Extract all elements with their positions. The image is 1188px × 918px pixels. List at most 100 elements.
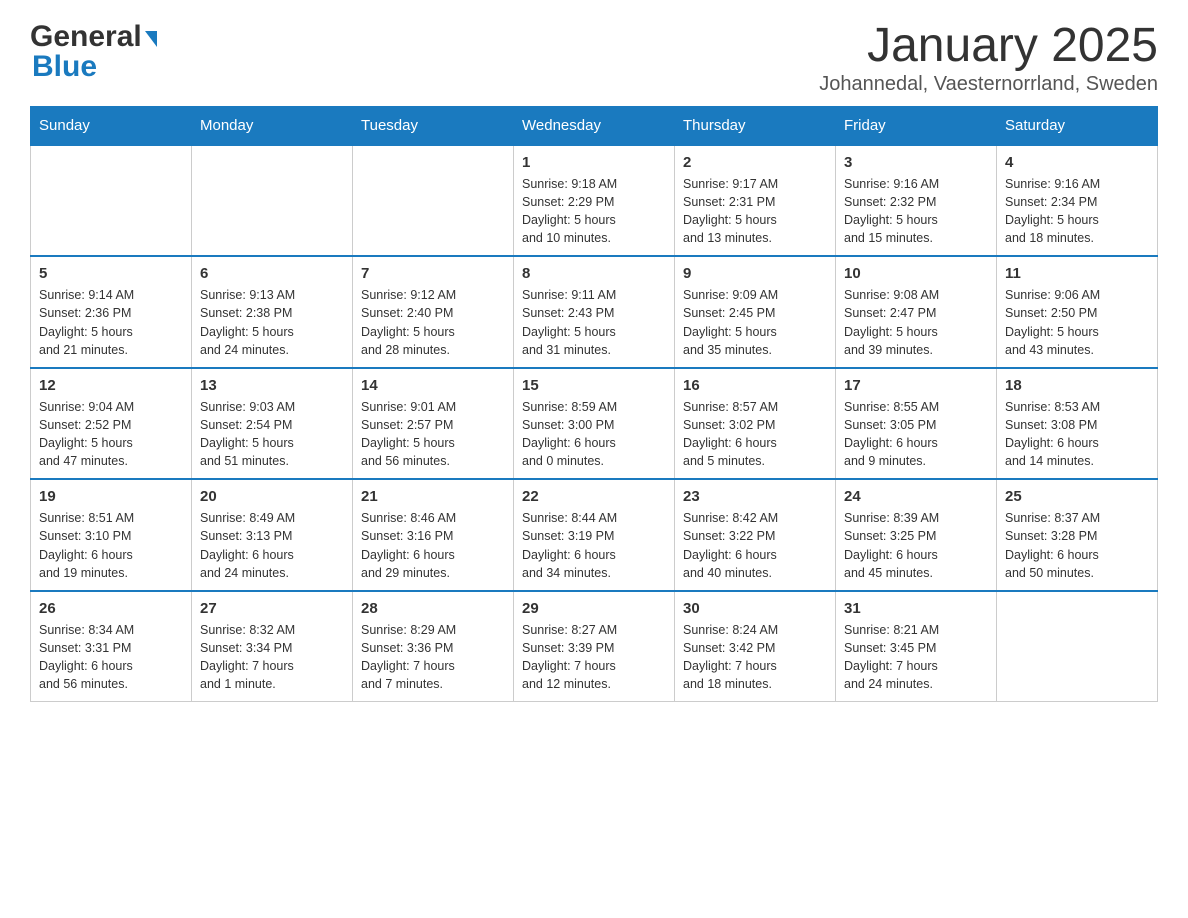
- day-number: 16: [683, 377, 827, 394]
- calendar-cell: 15 Sunrise: 8:59 AM Sunset: 3:00 PM Dayli…: [514, 368, 675, 480]
- logo-triangle-icon: [145, 31, 157, 47]
- day-info: Sunrise: 8:29 AM Sunset: 3:36 PM Dayligh…: [361, 621, 505, 694]
- calendar-cell: 17 Sunrise: 8:55 AM Sunset: 3:05 PM Dayli…: [836, 368, 997, 480]
- day-number: 4: [1005, 154, 1149, 171]
- calendar-cell: 11 Sunrise: 9:06 AM Sunset: 2:50 PM Dayli…: [997, 256, 1158, 368]
- col-header-tuesday: Tuesday: [353, 106, 514, 145]
- calendar-cell: 5 Sunrise: 9:14 AM Sunset: 2:36 PM Daylig…: [31, 256, 192, 368]
- calendar-cell: 7 Sunrise: 9:12 AM Sunset: 2:40 PM Daylig…: [353, 256, 514, 368]
- title-block: January 2025 Johannedal, Vaesternorrland…: [819, 20, 1158, 96]
- day-info: Sunrise: 9:14 AM Sunset: 2:36 PM Dayligh…: [39, 286, 183, 359]
- day-info: Sunrise: 9:06 AM Sunset: 2:50 PM Dayligh…: [1005, 286, 1149, 359]
- logo-general: General: [30, 20, 142, 54]
- day-number: 3: [844, 154, 988, 171]
- calendar-cell: [192, 145, 353, 257]
- calendar-cell: 16Sunrise: 8:57 AM Sunset: 3:02 PM Dayli…: [675, 368, 836, 480]
- calendar-week-row: 26Sunrise: 8:34 AM Sunset: 3:31 PM Dayli…: [31, 591, 1158, 702]
- calendar-week-row: 12Sunrise: 9:04 AM Sunset: 2:52 PM Dayli…: [31, 368, 1158, 480]
- day-info: Sunrise: 8:59 AM Sunset: 3:00 PM Dayligh…: [522, 398, 666, 471]
- calendar-cell: [997, 591, 1158, 702]
- col-header-saturday: Saturday: [997, 106, 1158, 145]
- day-info: Sunrise: 9:16 AM Sunset: 2:32 PM Dayligh…: [844, 175, 988, 248]
- col-header-monday: Monday: [192, 106, 353, 145]
- day-number: 6: [200, 265, 344, 282]
- calendar-cell: 26Sunrise: 8:34 AM Sunset: 3:31 PM Dayli…: [31, 591, 192, 702]
- day-number: 2: [683, 154, 827, 171]
- calendar-cell: 27 Sunrise: 8:32 AM Sunset: 3:34 PM Dayli…: [192, 591, 353, 702]
- day-number: 22: [522, 488, 666, 505]
- day-info: Sunrise: 8:46 AM Sunset: 3:16 PM Dayligh…: [361, 509, 505, 582]
- day-number: 30: [683, 600, 827, 617]
- day-info: Sunrise: 8:49 AM Sunset: 3:13 PM Dayligh…: [200, 509, 344, 582]
- calendar-cell: 22 Sunrise: 8:44 AM Sunset: 3:19 PM Dayli…: [514, 479, 675, 591]
- day-info: Sunrise: 9:08 AM Sunset: 2:47 PM Dayligh…: [844, 286, 988, 359]
- col-header-sunday: Sunday: [31, 106, 192, 145]
- day-info: Sunrise: 8:37 AM Sunset: 3:28 PM Dayligh…: [1005, 509, 1149, 582]
- calendar-cell: 18 Sunrise: 8:53 AM Sunset: 3:08 PM Dayli…: [997, 368, 1158, 480]
- calendar-table: SundayMondayTuesdayWednesdayThursdayFrid…: [30, 106, 1158, 703]
- calendar-cell: 4 Sunrise: 9:16 AM Sunset: 2:34 PM Daylig…: [997, 145, 1158, 257]
- day-info: Sunrise: 9:16 AM Sunset: 2:34 PM Dayligh…: [1005, 175, 1149, 248]
- day-info: Sunrise: 8:53 AM Sunset: 3:08 PM Dayligh…: [1005, 398, 1149, 471]
- calendar-title: January 2025: [819, 20, 1158, 73]
- calendar-cell: 12Sunrise: 9:04 AM Sunset: 2:52 PM Dayli…: [31, 368, 192, 480]
- calendar-week-row: 19 Sunrise: 8:51 AM Sunset: 3:10 PM Dayli…: [31, 479, 1158, 591]
- day-info: Sunrise: 8:42 AM Sunset: 3:22 PM Dayligh…: [683, 509, 827, 582]
- day-info: Sunrise: 8:32 AM Sunset: 3:34 PM Dayligh…: [200, 621, 344, 694]
- calendar-cell: 20 Sunrise: 8:49 AM Sunset: 3:13 PM Dayli…: [192, 479, 353, 591]
- day-info: Sunrise: 9:09 AM Sunset: 2:45 PM Dayligh…: [683, 286, 827, 359]
- day-info: Sunrise: 8:39 AM Sunset: 3:25 PM Dayligh…: [844, 509, 988, 582]
- calendar-cell: 14 Sunrise: 9:01 AM Sunset: 2:57 PM Dayli…: [353, 368, 514, 480]
- day-number: 28: [361, 600, 505, 617]
- day-number: 15: [522, 377, 666, 394]
- calendar-cell: 2 Sunrise: 9:17 AM Sunset: 2:31 PM Daylig…: [675, 145, 836, 257]
- calendar-cell: 8Sunrise: 9:11 AM Sunset: 2:43 PM Daylig…: [514, 256, 675, 368]
- day-info: Sunrise: 8:55 AM Sunset: 3:05 PM Dayligh…: [844, 398, 988, 471]
- day-number: 19: [39, 488, 183, 505]
- calendar-cell: 1Sunrise: 9:18 AM Sunset: 2:29 PM Daylig…: [514, 145, 675, 257]
- calendar-cell: 10Sunrise: 9:08 AM Sunset: 2:47 PM Dayli…: [836, 256, 997, 368]
- calendar-cell: 29 Sunrise: 8:27 AM Sunset: 3:39 PM Dayli…: [514, 591, 675, 702]
- day-info: Sunrise: 8:51 AM Sunset: 3:10 PM Dayligh…: [39, 509, 183, 582]
- day-info: Sunrise: 9:17 AM Sunset: 2:31 PM Dayligh…: [683, 175, 827, 248]
- col-header-thursday: Thursday: [675, 106, 836, 145]
- day-info: Sunrise: 9:12 AM Sunset: 2:40 PM Dayligh…: [361, 286, 505, 359]
- calendar-cell: 24 Sunrise: 8:39 AM Sunset: 3:25 PM Dayli…: [836, 479, 997, 591]
- day-number: 18: [1005, 377, 1149, 394]
- day-number: 29: [522, 600, 666, 617]
- col-header-wednesday: Wednesday: [514, 106, 675, 145]
- calendar-cell: 28 Sunrise: 8:29 AM Sunset: 3:36 PM Dayli…: [353, 591, 514, 702]
- day-number: 5: [39, 265, 183, 282]
- calendar-cell: [353, 145, 514, 257]
- day-number: 1: [522, 154, 666, 171]
- page-header: General Blue January 2025 Johannedal, Va…: [30, 20, 1158, 96]
- day-number: 17: [844, 377, 988, 394]
- day-info: Sunrise: 8:21 AM Sunset: 3:45 PM Dayligh…: [844, 621, 988, 694]
- day-number: 7: [361, 265, 505, 282]
- calendar-cell: 30Sunrise: 8:24 AM Sunset: 3:42 PM Dayli…: [675, 591, 836, 702]
- day-info: Sunrise: 8:44 AM Sunset: 3:19 PM Dayligh…: [522, 509, 666, 582]
- day-info: Sunrise: 9:01 AM Sunset: 2:57 PM Dayligh…: [361, 398, 505, 471]
- day-number: 9: [683, 265, 827, 282]
- day-number: 14: [361, 377, 505, 394]
- day-number: 25: [1005, 488, 1149, 505]
- col-header-friday: Friday: [836, 106, 997, 145]
- day-info: Sunrise: 9:04 AM Sunset: 2:52 PM Dayligh…: [39, 398, 183, 471]
- day-number: 20: [200, 488, 344, 505]
- day-number: 23: [683, 488, 827, 505]
- calendar-cell: 25 Sunrise: 8:37 AM Sunset: 3:28 PM Dayli…: [997, 479, 1158, 591]
- day-info: Sunrise: 8:34 AM Sunset: 3:31 PM Dayligh…: [39, 621, 183, 694]
- calendar-cell: 23 Sunrise: 8:42 AM Sunset: 3:22 PM Dayli…: [675, 479, 836, 591]
- calendar-cell: 6 Sunrise: 9:13 AM Sunset: 2:38 PM Daylig…: [192, 256, 353, 368]
- day-number: 13: [200, 377, 344, 394]
- day-number: 21: [361, 488, 505, 505]
- day-info: Sunrise: 9:13 AM Sunset: 2:38 PM Dayligh…: [200, 286, 344, 359]
- day-info: Sunrise: 9:03 AM Sunset: 2:54 PM Dayligh…: [200, 398, 344, 471]
- day-number: 27: [200, 600, 344, 617]
- calendar-cell: [31, 145, 192, 257]
- calendar-cell: 13 Sunrise: 9:03 AM Sunset: 2:54 PM Dayli…: [192, 368, 353, 480]
- day-info: Sunrise: 8:27 AM Sunset: 3:39 PM Dayligh…: [522, 621, 666, 694]
- day-number: 11: [1005, 265, 1149, 282]
- day-number: 24: [844, 488, 988, 505]
- calendar-cell: 19 Sunrise: 8:51 AM Sunset: 3:10 PM Dayli…: [31, 479, 192, 591]
